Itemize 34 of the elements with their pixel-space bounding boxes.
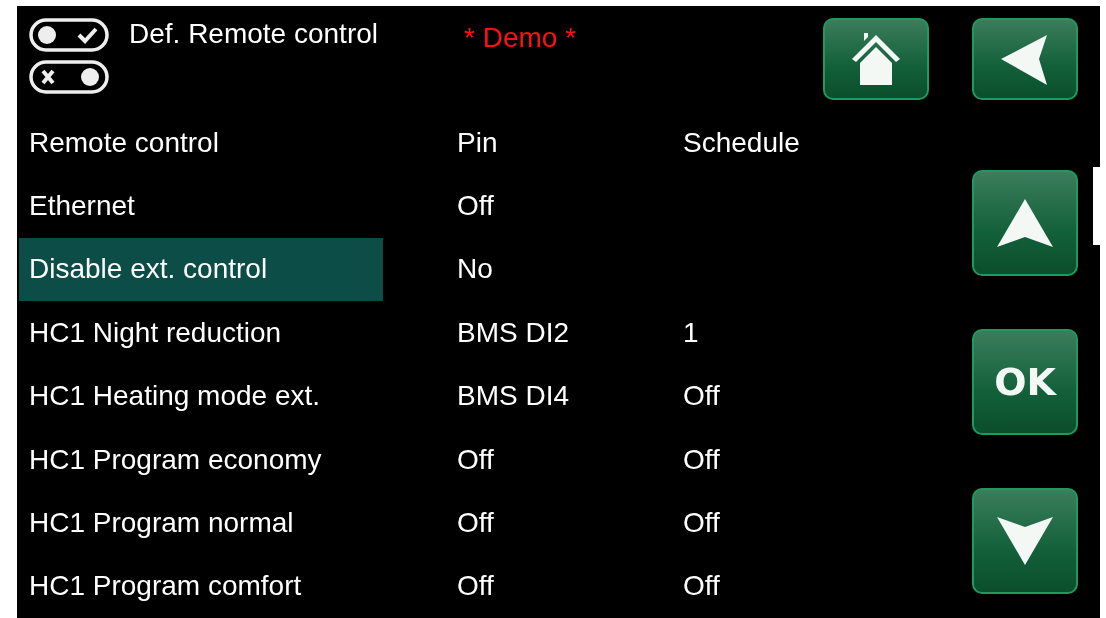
screen-title: Def. Remote control bbox=[129, 18, 378, 50]
column-header: Schedule bbox=[683, 125, 801, 160]
table-cell-text: BMS DI4 bbox=[456, 379, 571, 414]
table-cell-text: 1 bbox=[683, 315, 700, 350]
demo-label: * Demo * bbox=[464, 22, 577, 54]
column-header: Pin bbox=[456, 125, 499, 160]
table-cell-text: No bbox=[456, 252, 494, 287]
scroll-down-button[interactable] bbox=[972, 488, 1078, 594]
toggle-on-icon bbox=[29, 18, 109, 52]
menu-item[interactable]: HC1 Program economy bbox=[19, 427, 383, 492]
back-button[interactable] bbox=[972, 18, 1078, 100]
menu-item[interactable]: HC1 Heating mode ext. bbox=[19, 364, 383, 428]
scroll-up-button[interactable] bbox=[972, 170, 1078, 276]
menu-item[interactable]: Disable ext. control bbox=[19, 237, 383, 302]
toggle-off-icon bbox=[29, 60, 109, 94]
ok-button[interactable]: OK bbox=[972, 329, 1078, 435]
table-cell-text: Off bbox=[683, 505, 721, 540]
table-cell-text: Off bbox=[456, 188, 495, 223]
table-cell-text: BMS DI2 bbox=[456, 315, 571, 350]
table-cell-text: Off bbox=[456, 442, 495, 477]
table-cell-text: Off bbox=[456, 505, 495, 540]
table-cell-text: Off bbox=[456, 569, 495, 604]
up-arrow-icon bbox=[995, 197, 1055, 249]
menu-item[interactable]: HC1 Program normal bbox=[19, 491, 383, 555]
menu-item[interactable]: Ethernet bbox=[19, 174, 383, 238]
scrollbar[interactable] bbox=[1093, 167, 1100, 245]
table-cell-text: Off bbox=[683, 569, 721, 604]
column-header: Remote control bbox=[28, 125, 220, 160]
menu-item[interactable]: HC1 Program comfort bbox=[19, 554, 383, 618]
table-cell-text: Off bbox=[683, 442, 721, 477]
menu-item[interactable]: HC1 Night reduction bbox=[19, 301, 383, 365]
table-cell-text: Off bbox=[683, 379, 721, 414]
home-button[interactable] bbox=[823, 18, 929, 100]
down-arrow-icon bbox=[995, 515, 1055, 567]
